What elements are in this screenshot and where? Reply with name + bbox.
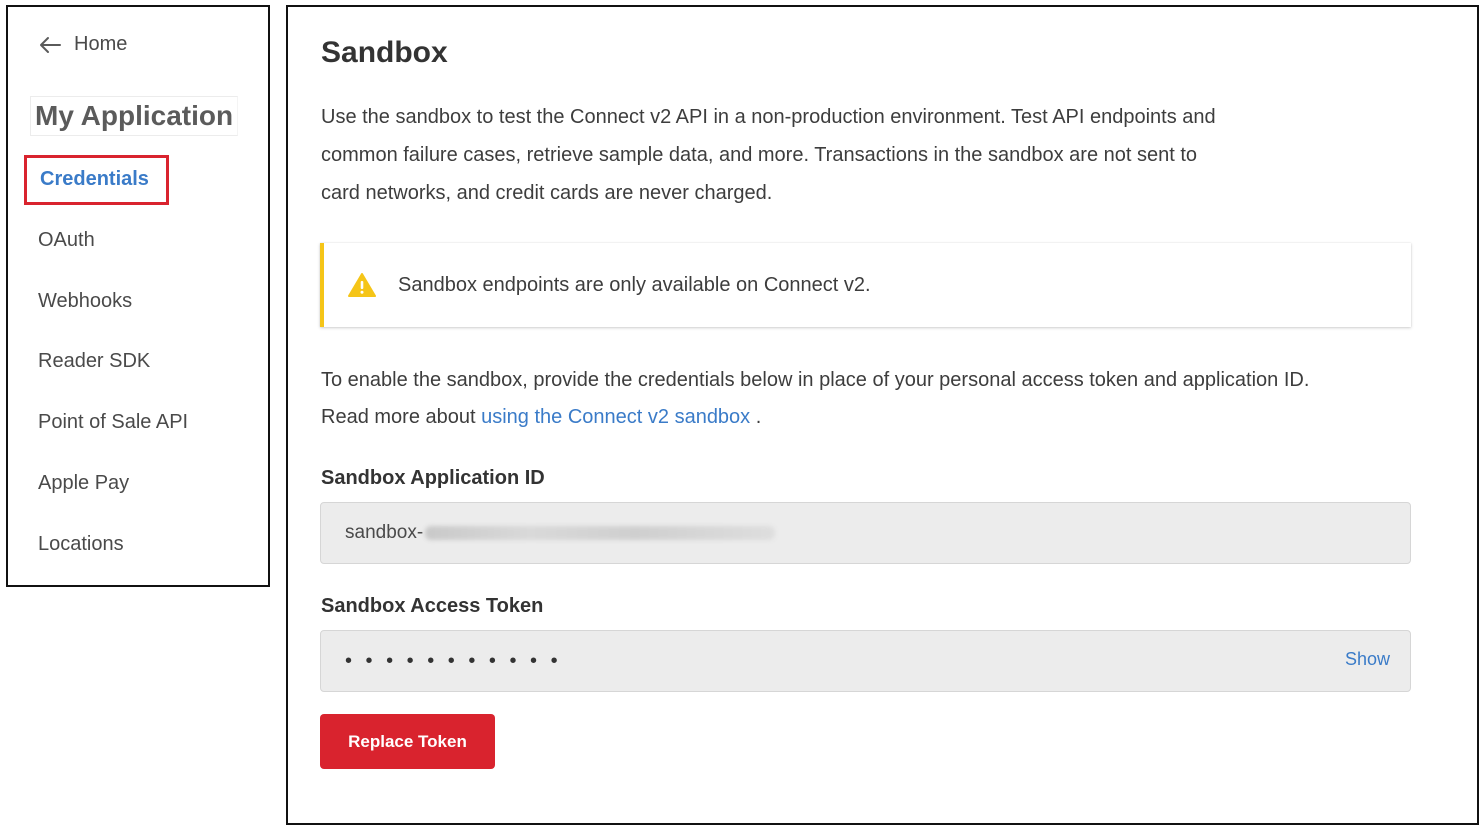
arrow-left-icon [40, 36, 61, 53]
replace-token-button[interactable]: Replace Token [320, 714, 495, 769]
page-title: Sandbox [321, 36, 448, 69]
sidebar-item-credentials[interactable]: Credentials [24, 155, 169, 205]
app-id-field[interactable]: sandbox- [320, 502, 1411, 564]
sidebar-item-point-of-sale-api[interactable]: Point of Sale API [38, 410, 188, 434]
enable-suffix: . [750, 406, 762, 428]
app-id-value: sandbox- [345, 522, 424, 543]
warning-text: Sandbox endpoints are only available on … [398, 273, 871, 296]
token-mask: • • • • • • • • • • • [345, 649, 562, 672]
enable-instructions: To enable the sandbox, provide the crede… [321, 362, 1321, 436]
redacted-value [425, 526, 776, 540]
show-token-link[interactable]: Show [1345, 649, 1390, 670]
sidebar-item-locations[interactable]: Locations [38, 532, 124, 556]
home-label: Home [74, 33, 128, 55]
sandbox-description: Use the sandbox to test the Connect v2 A… [321, 106, 1216, 204]
sidebar-item-webhooks[interactable]: Webhooks [38, 289, 132, 313]
sidebar: Home My Application Credentials OAuth We… [6, 5, 270, 587]
warning-icon [348, 273, 376, 297]
sidebar-item-apple-pay[interactable]: Apple Pay [38, 471, 129, 495]
sidebar-item-oauth[interactable]: OAuth [38, 228, 95, 252]
app-title: My Application [30, 96, 239, 136]
home-link[interactable]: Home [38, 33, 127, 56]
warning-notice: Sandbox endpoints are only available on … [320, 243, 1411, 327]
app-id-label: Sandbox Application ID [321, 467, 545, 489]
main-panel: Sandbox Use the sandbox to test the Conn… [286, 5, 1479, 825]
enable-text: To enable the sandbox, provide the crede… [321, 369, 1310, 428]
sidebar-item-reader-sdk[interactable]: Reader SDK [38, 349, 150, 373]
access-token-field[interactable]: • • • • • • • • • • • Show [320, 630, 1411, 692]
connect-v2-sandbox-link[interactable]: using the Connect v2 sandbox [481, 406, 750, 428]
access-token-label: Sandbox Access Token [321, 595, 544, 617]
